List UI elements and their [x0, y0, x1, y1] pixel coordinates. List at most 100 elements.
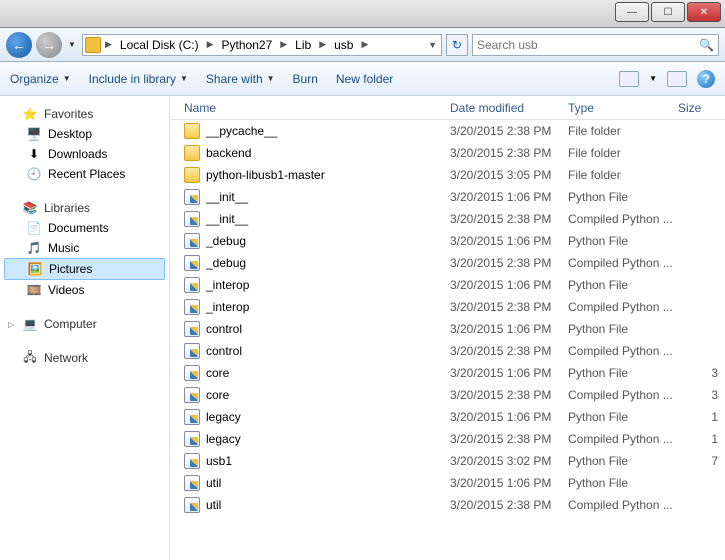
libraries-header[interactable]: 📚 Libraries	[4, 198, 165, 218]
nav-item-icon: 📄	[26, 220, 42, 236]
organize-menu[interactable]: Organize▼	[10, 72, 71, 86]
file-type: Python File	[568, 234, 678, 248]
file-type: Python File	[568, 366, 678, 380]
chevron-right-icon[interactable]: ▶	[317, 39, 328, 50]
history-dropdown[interactable]: ▼	[66, 32, 78, 58]
sidebar-item[interactable]: 🖥️Desktop	[4, 124, 165, 144]
breadcrumb-segment[interactable]: usb	[330, 35, 357, 55]
favorites-label: Favorites	[44, 107, 93, 121]
file-row[interactable]: core3/20/2015 1:06 PMPython File3	[170, 362, 725, 384]
file-date: 3/20/2015 1:06 PM	[450, 234, 568, 248]
column-type[interactable]: Type	[568, 101, 678, 115]
file-name: _interop	[206, 300, 249, 314]
file-row[interactable]: control3/20/2015 2:38 PMCompiled Python …	[170, 340, 725, 362]
chevron-down-icon[interactable]: ▼	[649, 74, 657, 83]
back-button[interactable]: ←	[6, 32, 32, 58]
breadcrumb[interactable]: ▶ Local Disk (C:) ▶ Python27 ▶ Lib ▶ usb…	[82, 34, 442, 56]
file-row[interactable]: _interop3/20/2015 2:38 PMCompiled Python…	[170, 296, 725, 318]
computer-group: ▷ 💻 Computer	[4, 314, 165, 334]
file-type: Compiled Python ...	[568, 212, 678, 226]
file-name: core	[206, 366, 229, 380]
chevron-right-icon[interactable]: ▶	[205, 39, 216, 50]
navigation-pane: ⭐ Favorites 🖥️Desktop⬇Downloads🕘Recent P…	[0, 96, 170, 560]
file-row[interactable]: _debug3/20/2015 2:38 PMCompiled Python .…	[170, 252, 725, 274]
file-row[interactable]: python-libusb1-master 3/20/2015 3:05 PMFi…	[170, 164, 725, 186]
forward-button[interactable]: →	[36, 32, 62, 58]
file-row[interactable]: core3/20/2015 2:38 PMCompiled Python ...…	[170, 384, 725, 406]
file-date: 3/20/2015 2:38 PM	[450, 212, 568, 226]
file-row[interactable]: util3/20/2015 2:38 PMCompiled Python ...	[170, 494, 725, 516]
search-icon[interactable]: 🔍	[699, 38, 714, 52]
file-date: 3/20/2015 2:38 PM	[450, 146, 568, 160]
chevron-right-icon[interactable]: ▶	[278, 39, 289, 50]
file-row[interactable]: legacy3/20/2015 2:38 PMCompiled Python .…	[170, 428, 725, 450]
sidebar-item[interactable]: 🎞️Videos	[4, 280, 165, 300]
file-date: 3/20/2015 3:05 PM	[450, 168, 568, 182]
folder-icon	[184, 123, 200, 139]
file-row[interactable]: _debug3/20/2015 1:06 PMPython File	[170, 230, 725, 252]
nav-item-icon: 🖥️	[26, 126, 42, 142]
sidebar-item[interactable]: ⬇Downloads	[4, 144, 165, 164]
close-button[interactable]: ✕	[687, 2, 721, 22]
help-icon[interactable]: ?	[697, 70, 715, 88]
refresh-button[interactable]: ↻	[446, 34, 468, 56]
share-with-menu[interactable]: Share with▼	[206, 72, 275, 86]
preview-pane-button[interactable]	[667, 71, 687, 87]
file-row[interactable]: usb13/20/2015 3:02 PMPython File7	[170, 450, 725, 472]
sidebar-item[interactable]: 🖼️Pictures	[4, 258, 165, 280]
breadcrumb-segment[interactable]: Local Disk (C:)	[116, 35, 203, 55]
chevron-right-icon[interactable]: ▶	[359, 39, 370, 50]
burn-button[interactable]: Burn	[293, 72, 318, 86]
column-size[interactable]: Size	[678, 101, 718, 115]
network-header[interactable]: 🖧 Network	[4, 348, 165, 368]
chevron-down-icon: ▼	[180, 74, 188, 83]
file-row[interactable]: legacy3/20/2015 1:06 PMPython File1	[170, 406, 725, 428]
file-type: File folder	[568, 146, 678, 160]
column-date[interactable]: Date modified	[450, 101, 568, 115]
computer-icon: 💻	[22, 316, 38, 332]
file-type: Compiled Python ...	[568, 388, 678, 402]
file-size: 3	[678, 388, 718, 402]
toolbar: Organize▼ Include in library▼ Share with…	[0, 62, 725, 96]
include-library-menu[interactable]: Include in library▼	[89, 72, 188, 86]
main-area: ⭐ Favorites 🖥️Desktop⬇Downloads🕘Recent P…	[0, 96, 725, 560]
file-name: python-libusb1-master	[206, 168, 325, 182]
file-type: File folder	[568, 168, 678, 182]
minimize-button[interactable]: —	[615, 2, 649, 22]
chevron-down-icon: ▼	[267, 74, 275, 83]
sidebar-item[interactable]: 🕘Recent Places	[4, 164, 165, 184]
file-row[interactable]: __init__3/20/2015 2:38 PMCompiled Python…	[170, 208, 725, 230]
breadcrumb-segment[interactable]: Python27	[218, 35, 277, 55]
search-box[interactable]: 🔍	[472, 34, 719, 56]
column-name[interactable]: Name	[170, 101, 450, 115]
new-folder-button[interactable]: New folder	[336, 72, 393, 86]
file-row[interactable]: __init__3/20/2015 1:06 PMPython File	[170, 186, 725, 208]
file-type: Python File	[568, 322, 678, 336]
sidebar-item[interactable]: 📄Documents	[4, 218, 165, 238]
file-row[interactable]: control3/20/2015 1:06 PMPython File	[170, 318, 725, 340]
expand-icon[interactable]: ▷	[8, 320, 16, 329]
nav-item-icon: 🖼️	[27, 261, 43, 277]
breadcrumb-dropdown[interactable]: ▼	[426, 40, 439, 50]
chevron-right-icon[interactable]: ▶	[103, 39, 114, 50]
breadcrumb-segment[interactable]: Lib	[291, 35, 315, 55]
file-row[interactable]: backend3/20/2015 2:38 PMFile folder	[170, 142, 725, 164]
file-row[interactable]: _interop3/20/2015 1:06 PMPython File	[170, 274, 725, 296]
favorites-header[interactable]: ⭐ Favorites	[4, 104, 165, 124]
python-file-icon	[184, 409, 200, 425]
search-input[interactable]	[477, 38, 699, 52]
python-file-icon	[184, 475, 200, 491]
sidebar-item[interactable]: 🎵Music	[4, 238, 165, 258]
view-options-button[interactable]	[619, 71, 639, 87]
file-date: 3/20/2015 1:06 PM	[450, 190, 568, 204]
file-name: control	[206, 322, 242, 336]
file-date: 3/20/2015 1:06 PM	[450, 366, 568, 380]
python-file-icon	[184, 365, 200, 381]
computer-header[interactable]: ▷ 💻 Computer	[4, 314, 165, 334]
file-row[interactable]: util3/20/2015 1:06 PMPython File	[170, 472, 725, 494]
maximize-button[interactable]: ☐	[651, 2, 685, 22]
python-file-icon	[184, 497, 200, 513]
python-file-icon	[184, 431, 200, 447]
python-file-icon	[184, 277, 200, 293]
file-row[interactable]: __pycache__3/20/2015 2:38 PMFile folder	[170, 120, 725, 142]
